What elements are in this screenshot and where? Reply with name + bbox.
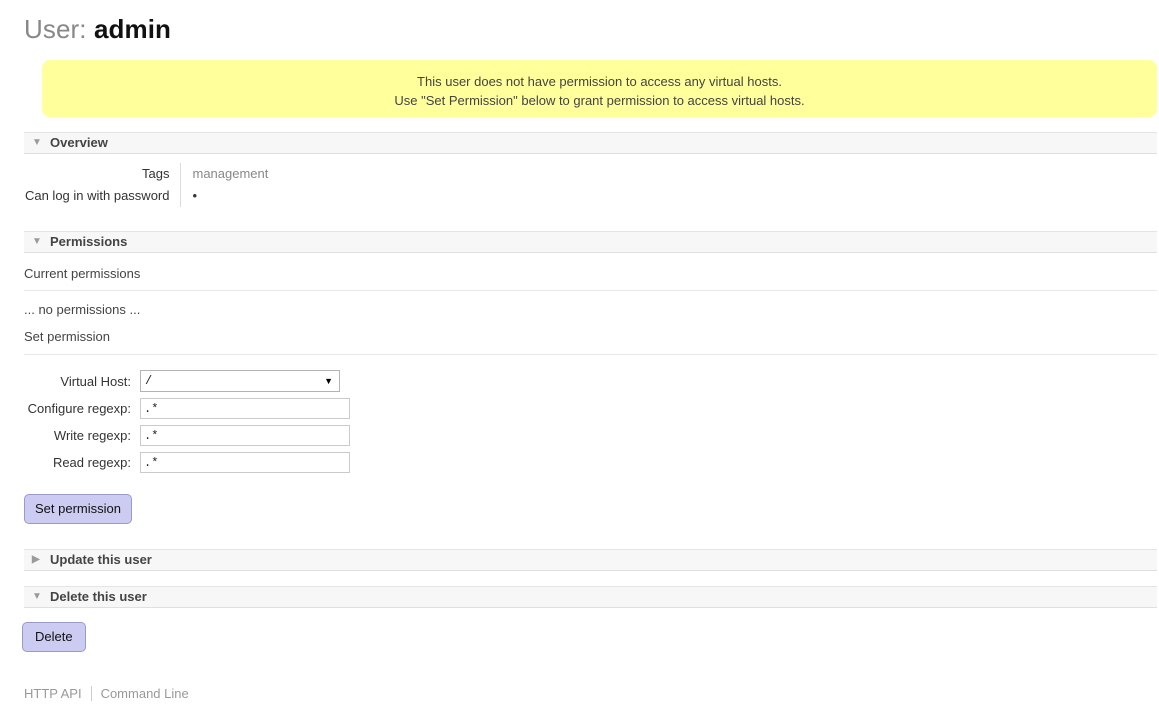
section-title-permissions: Permissions xyxy=(46,231,127,253)
label-read-regexp: Read regexp: xyxy=(0,449,140,476)
read-regexp-input[interactable] xyxy=(140,452,350,473)
warning-banner: This user does not have permission to ac… xyxy=(42,60,1157,117)
section-header-update-user[interactable]: ▶ Update this user xyxy=(24,549,1157,571)
footer-links: HTTP API Command Line xyxy=(24,686,1159,701)
current-permissions-label: Current permissions xyxy=(24,253,1157,291)
section-title-delete-user: Delete this user xyxy=(46,586,147,608)
chevron-down-icon: ▼ xyxy=(32,231,46,253)
configure-regexp-input[interactable] xyxy=(140,398,350,419)
set-permission-form: Virtual Host: / ▼ Configure regexp: Writ… xyxy=(0,367,350,476)
overview-key-password: Can log in with password xyxy=(0,185,180,207)
label-virtual-host: Virtual Host: xyxy=(0,367,140,395)
form-row-write: Write regexp: xyxy=(0,422,350,449)
overview-value-password: • xyxy=(180,185,268,207)
write-regexp-input[interactable] xyxy=(140,425,350,446)
page-title-prefix: User: xyxy=(24,14,87,44)
http-api-link[interactable]: HTTP API xyxy=(24,686,82,701)
section-header-delete-user[interactable]: ▼ Delete this user xyxy=(24,586,1157,608)
no-permissions-text: ... no permissions ... xyxy=(24,291,1157,322)
table-row: Can log in with password • xyxy=(0,185,268,207)
chevron-right-icon: ▶ xyxy=(32,549,46,571)
overview-table: Tags management Can log in with password… xyxy=(0,163,268,207)
section-title-update-user: Update this user xyxy=(46,549,152,571)
overview-value-tags: management xyxy=(180,163,268,185)
page-title: User: admin xyxy=(0,0,1159,44)
permissions-block: Current permissions ... no permissions .… xyxy=(24,253,1157,355)
warning-line-1: This user does not have permission to ac… xyxy=(52,72,1147,91)
overview-key-tags: Tags xyxy=(0,163,180,185)
footer-divider xyxy=(91,686,92,701)
section-header-overview[interactable]: ▼ Overview xyxy=(24,132,1157,154)
delete-button[interactable]: Delete xyxy=(22,622,86,652)
form-row-read: Read regexp: xyxy=(0,449,350,476)
label-write-regexp: Write regexp: xyxy=(0,422,140,449)
section-header-permissions[interactable]: ▼ Permissions xyxy=(24,231,1157,253)
set-permission-label: Set permission xyxy=(24,322,1157,355)
virtual-host-select[interactable]: / xyxy=(140,370,340,392)
set-permission-button[interactable]: Set permission xyxy=(24,494,132,524)
virtual-host-select-wrapper: / ▼ xyxy=(140,370,340,392)
chevron-down-icon: ▼ xyxy=(32,586,46,608)
warning-line-2: Use "Set Permission" below to grant perm… xyxy=(52,91,1147,110)
label-configure-regexp: Configure regexp: xyxy=(0,395,140,422)
table-row: Tags management xyxy=(0,163,268,185)
page-title-value: admin xyxy=(94,14,171,44)
form-row-configure: Configure regexp: xyxy=(0,395,350,422)
section-title-overview: Overview xyxy=(46,132,108,154)
chevron-down-icon: ▼ xyxy=(32,132,46,154)
command-line-link[interactable]: Command Line xyxy=(101,686,189,701)
form-row-vhost: Virtual Host: / ▼ xyxy=(0,367,350,395)
